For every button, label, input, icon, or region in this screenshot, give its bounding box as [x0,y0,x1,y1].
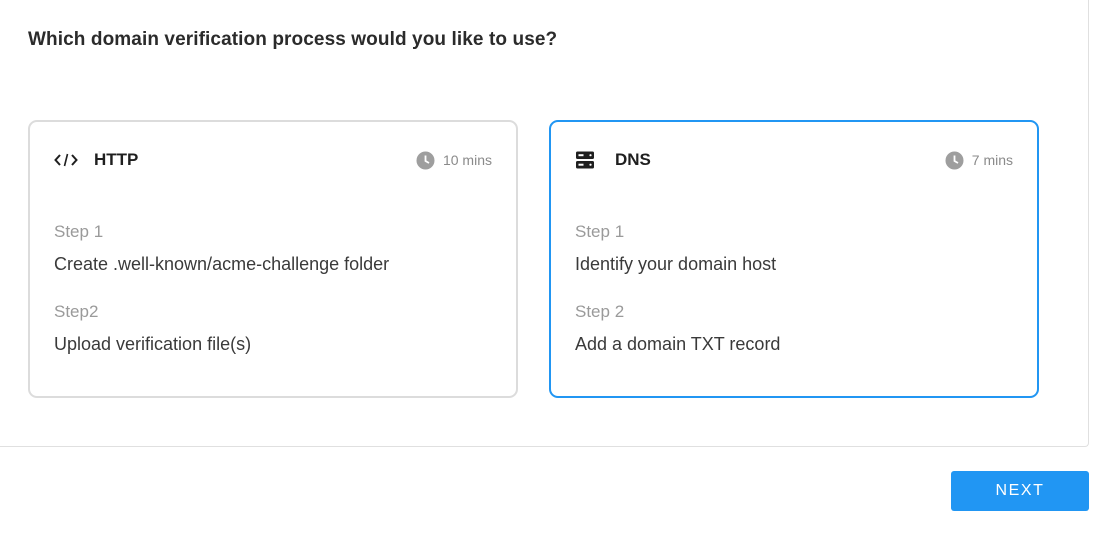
duration-text: 7 mins [971,152,1013,168]
server-icon [575,149,601,171]
step-text: Create .well-known/acme-challenge folder [54,254,390,274]
code-icon [54,149,80,171]
option-card-http[interactable]: HTTP 10 mins Step 1 Create .well-known/a… [28,120,518,398]
step-label: Step2 [54,302,99,321]
card-header: HTTP 10 mins [54,148,492,172]
card-header: DNS 7 mins [575,148,1013,172]
option-title: HTTP [94,150,139,169]
step-text: Add a domain TXT record [575,334,781,354]
step-label: Step 1 [575,222,625,241]
verification-panel: Which domain verification process would … [0,0,1089,447]
duration-text: 10 mins [442,152,492,168]
clock-icon [945,151,964,170]
page-question: Which domain verification process would … [28,29,558,50]
duration: 7 mins [945,151,1013,170]
step-text: Upload verification file(s) [54,334,252,354]
option-title: DNS [615,150,651,169]
step-text: Identify your domain host [575,254,777,274]
option-card-dns[interactable]: DNS 7 mins Step 1 Identify your domain h… [549,120,1039,398]
duration: 10 mins [416,151,492,170]
step-label: Step 1 [54,222,104,241]
clock-icon [416,151,435,170]
step-label: Step 2 [575,302,625,321]
next-button[interactable]: NEXT [951,471,1089,511]
